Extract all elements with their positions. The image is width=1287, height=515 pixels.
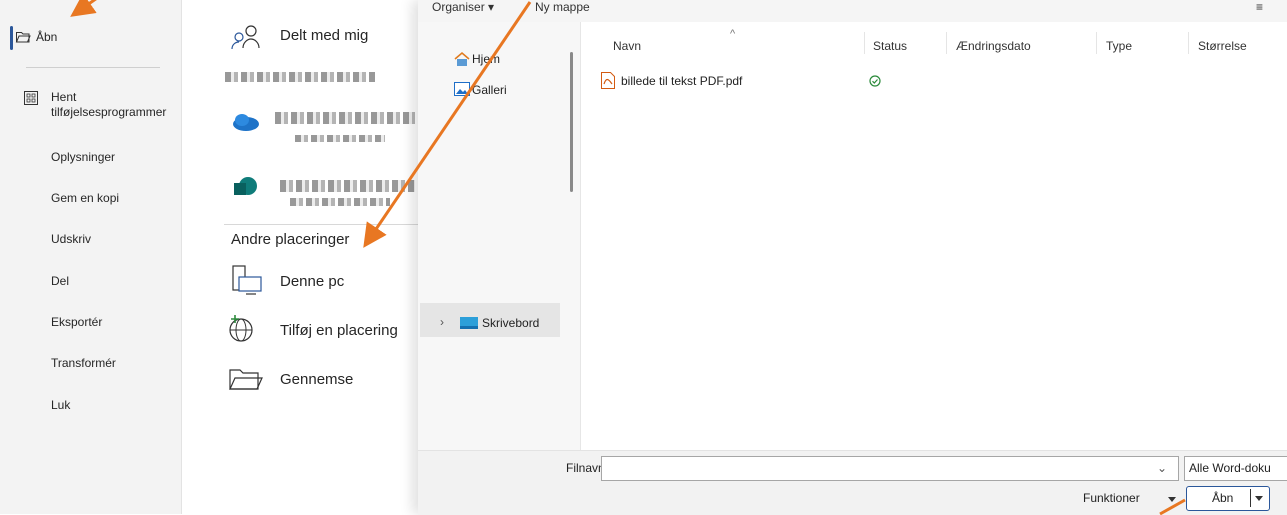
annotation-arrow — [363, 1, 532, 248]
annotation-arrows — [70, 0, 1186, 515]
annotation-arrow — [1159, 498, 1186, 515]
annotation-arrow — [70, 0, 97, 17]
